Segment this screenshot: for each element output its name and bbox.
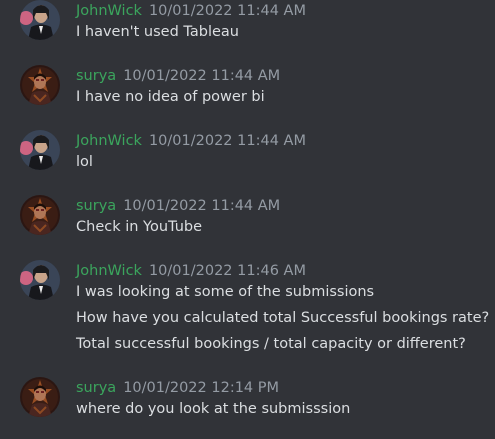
surya-avatar[interactable] <box>20 195 60 235</box>
message-header: JohnWick 10/01/2022 11:46 AM <box>76 260 306 280</box>
author-name[interactable]: JohnWick <box>76 263 142 279</box>
timestamp: 10/01/2022 11:44 AM <box>148 3 306 19</box>
johnwick-avatar[interactable] <box>20 0 60 40</box>
timestamp: 10/01/2022 11:44 AM <box>148 133 306 149</box>
author-name[interactable]: surya <box>76 198 116 214</box>
message-header: JohnWick 10/01/2022 11:44 AM <box>76 130 306 150</box>
message-text: I haven't used Tableau <box>76 24 239 40</box>
message-text: Check in YouTube <box>76 219 203 235</box>
message-header: surya 10/01/2022 12:14 PM <box>76 377 279 397</box>
author-name[interactable]: surya <box>76 68 116 84</box>
message-header: JohnWick 10/01/2022 11:44 AM <box>76 0 306 20</box>
timestamp: 10/01/2022 12:14 PM <box>123 380 280 396</box>
message-text: I was looking at some of the submissions <box>76 284 375 300</box>
johnwick-avatar[interactable] <box>20 260 60 300</box>
surya-avatar[interactable] <box>20 65 60 105</box>
message-text: where do you look at the submisssion <box>76 401 351 417</box>
timestamp: 10/01/2022 11:46 AM <box>148 263 306 279</box>
author-name[interactable]: JohnWick <box>76 3 142 19</box>
message-text: I have no idea of power bi <box>76 89 265 105</box>
message-header: surya 10/01/2022 11:44 AM <box>76 195 280 215</box>
author-name[interactable]: JohnWick <box>76 133 142 149</box>
timestamp: 10/01/2022 11:44 AM <box>123 198 281 214</box>
message-text: Total successful bookings / total capaci… <box>76 336 466 352</box>
message-text: lol <box>76 154 93 170</box>
message-header: surya 10/01/2022 11:44 AM <box>76 65 280 85</box>
johnwick-avatar[interactable] <box>20 130 60 170</box>
message-text: How have you calculated total Successful… <box>76 310 490 326</box>
author-name[interactable]: surya <box>76 380 116 396</box>
surya-avatar[interactable] <box>20 377 60 417</box>
chat-message-list: JohnWick 10/01/2022 11:44 AM I haven't us… <box>0 0 495 439</box>
timestamp: 10/01/2022 11:44 AM <box>123 68 281 84</box>
